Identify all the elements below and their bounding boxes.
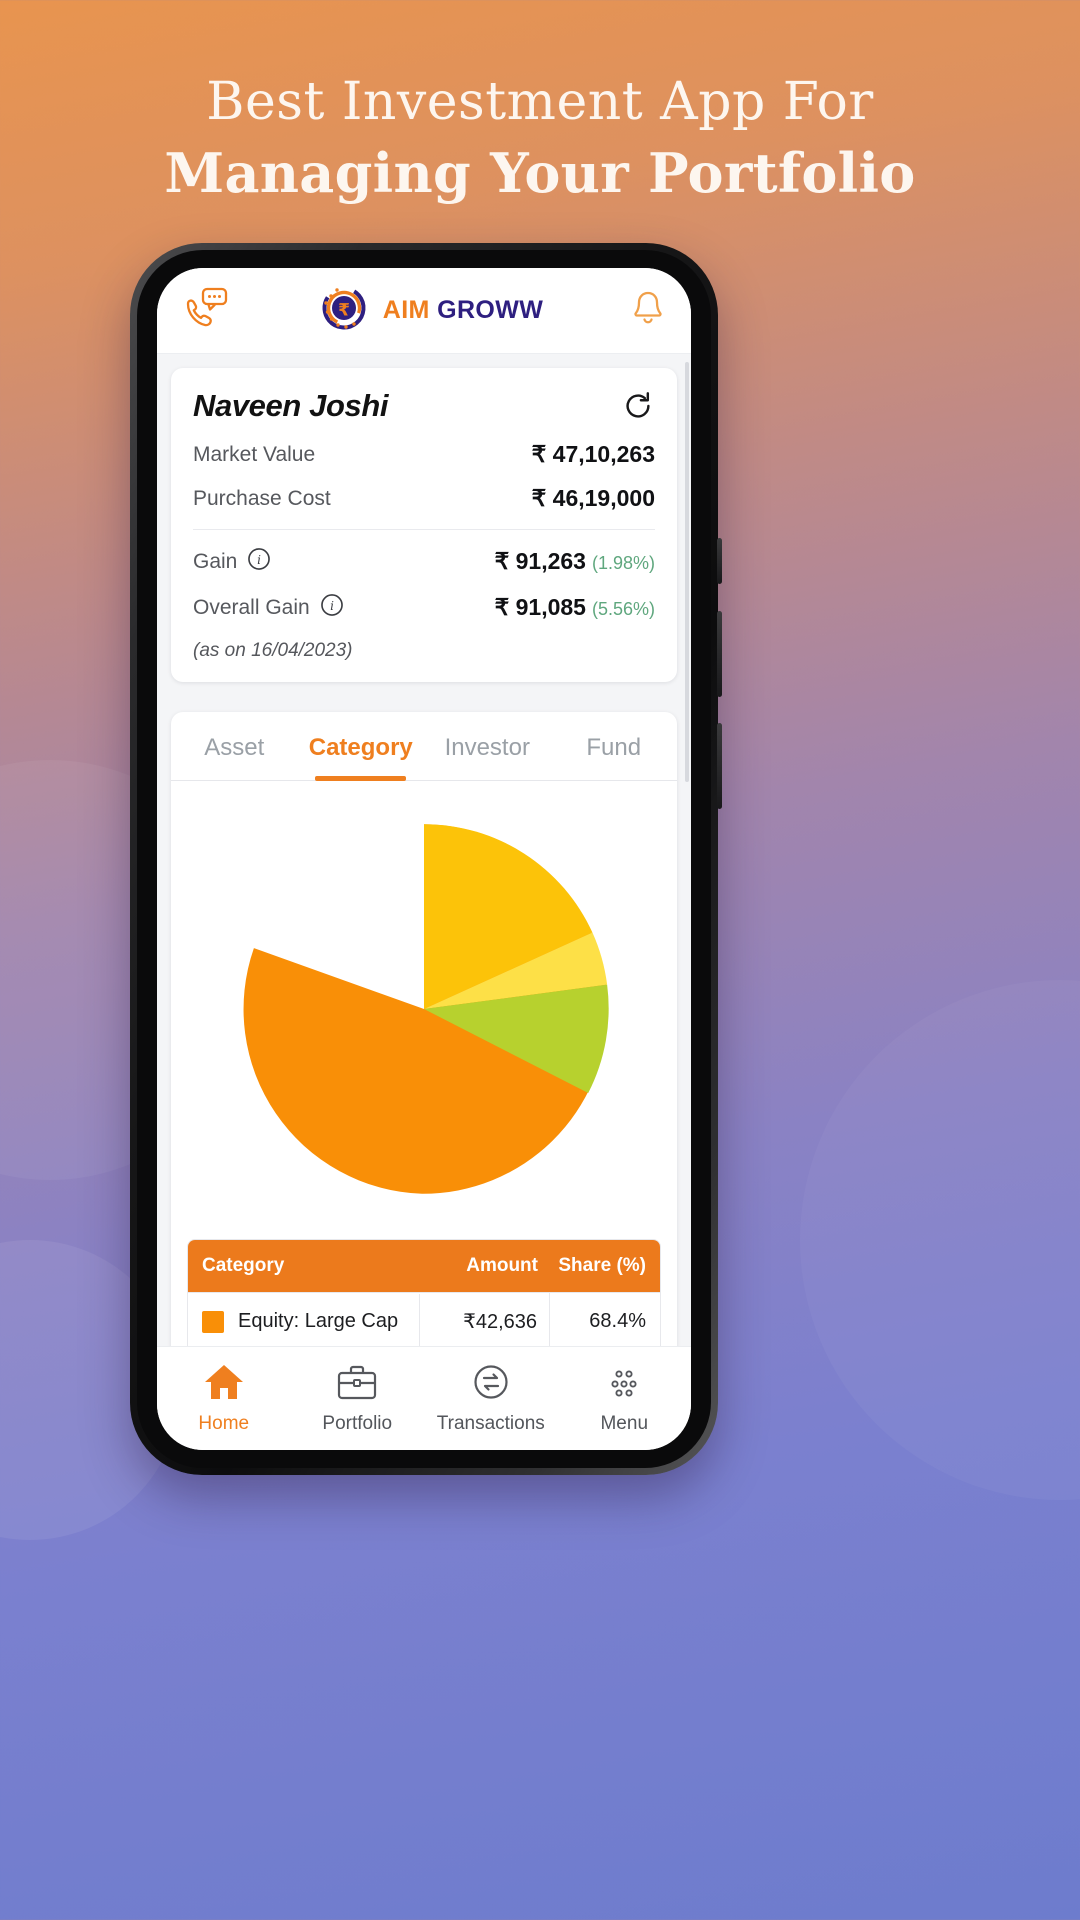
overall-gain-row: Overall Gain i ₹ 91,085 (5.56%) — [193, 593, 655, 622]
column-header-amount: Amount — [466, 1255, 538, 1276]
tab-category[interactable]: Category — [298, 712, 425, 781]
gain-label: Gain — [193, 549, 238, 573]
swap-circle-icon — [470, 1363, 512, 1406]
market-value-amount: ₹ 47,10,263 — [531, 441, 655, 467]
gain-amount: ₹ 91,263 — [494, 548, 586, 574]
phone-mockup: ₹ AIM GROWW Naveen Joshi Market Value ₹ … — [130, 243, 722, 1475]
app-scroll-area[interactable]: Naveen Joshi Market Value ₹ 47,10,263 Pu… — [157, 354, 691, 1346]
phone-power-button — [717, 723, 722, 809]
phone-chat-icon[interactable] — [183, 287, 229, 334]
home-icon — [203, 1363, 245, 1406]
category-pie-chart — [171, 781, 677, 1225]
refresh-icon[interactable] — [621, 389, 655, 423]
allocation-tabs: Asset Category Investor Fund — [171, 712, 677, 781]
overall-gain-percent: (5.56%) — [591, 599, 655, 619]
tab-asset[interactable]: Asset — [171, 712, 298, 780]
rupee-coin-icon: ₹ — [317, 281, 371, 340]
svg-text:i: i — [257, 553, 261, 567]
market-value-row: Market Value ₹ 47,10,263 — [193, 441, 655, 468]
table-row[interactable]: Equity: Large Cap ₹42,636 68.4% — [188, 1292, 660, 1346]
nav-label-menu: Menu — [600, 1412, 649, 1434]
nav-label-home: Home — [198, 1412, 250, 1434]
tab-investor[interactable]: Investor — [424, 712, 551, 780]
column-header-category: Category — [202, 1255, 285, 1276]
app-logo[interactable]: ₹ AIM GROWW — [317, 281, 544, 340]
briefcase-icon — [336, 1363, 378, 1406]
background-blob — [800, 980, 1080, 1500]
cell-category: Equity: Large Cap — [238, 1310, 399, 1332]
scrollbar[interactable] — [685, 362, 689, 782]
info-icon[interactable]: i — [320, 593, 344, 622]
nav-item-home[interactable]: Home — [157, 1363, 291, 1435]
app-header: ₹ AIM GROWW — [157, 268, 691, 354]
svg-text:₹: ₹ — [338, 301, 350, 321]
table-header-row: Category Amount Share (%) — [188, 1240, 660, 1292]
nav-item-portfolio[interactable]: Portfolio — [291, 1363, 425, 1435]
legend-swatch — [202, 1310, 224, 1333]
overall-gain-amount: ₹ 91,085 — [494, 594, 586, 620]
portfolio-summary-card: Naveen Joshi Market Value ₹ 47,10,263 Pu… — [171, 368, 677, 682]
nav-item-transactions[interactable]: Transactions — [424, 1363, 558, 1435]
logo-text-groww: GROWW — [437, 296, 544, 324]
allocation-card: Asset Category Investor Fund Category Am… — [171, 712, 677, 1346]
tab-fund[interactable]: Fund — [551, 712, 678, 780]
purchase-cost-label: Purchase Cost — [193, 486, 331, 510]
phone-screen: ₹ AIM GROWW Naveen Joshi Market Value ₹ … — [157, 268, 691, 1450]
dots-menu-icon — [603, 1363, 645, 1406]
promo-line-2: Managing Your Portfolio — [164, 141, 916, 206]
purchase-cost-row: Purchase Cost ₹ 46,19,000 — [193, 485, 655, 512]
promo-headline: Best Investment App For Managing Your Po… — [0, 72, 1080, 207]
notification-bell-icon[interactable] — [631, 289, 665, 332]
phone-volume-up-button — [717, 611, 722, 697]
divider — [193, 529, 655, 530]
category-table: Category Amount Share (%) Equity: Large … — [187, 1239, 661, 1346]
market-value-label: Market Value — [193, 442, 316, 466]
nav-label-transactions: Transactions — [436, 1412, 545, 1434]
promo-line-1: Best Investment App For — [206, 72, 874, 132]
info-icon[interactable]: i — [247, 547, 271, 576]
nav-item-menu[interactable]: Menu — [558, 1363, 692, 1435]
phone-mute-button — [717, 538, 722, 584]
account-holder-name: Naveen Joshi — [193, 388, 389, 423]
nav-label-portfolio: Portfolio — [322, 1412, 393, 1434]
cell-share: 68.4% — [589, 1310, 646, 1332]
cell-amount: ₹42,636 — [420, 1293, 550, 1346]
gain-percent: (1.98%) — [591, 553, 655, 573]
column-header-share: Share (%) — [558, 1255, 646, 1276]
overall-gain-label: Overall Gain — [193, 595, 310, 619]
as-on-date: (as on 16/04/2023) — [193, 640, 353, 661]
purchase-cost-amount: ₹ 46,19,000 — [531, 485, 655, 511]
logo-text-aim: AIM — [382, 296, 430, 324]
gain-row: Gain i ₹ 91,263 (1.98%) — [193, 547, 655, 576]
svg-text:i: i — [330, 599, 334, 613]
bottom-navigation: Home Portfolio Transactions Menu — [157, 1346, 691, 1450]
